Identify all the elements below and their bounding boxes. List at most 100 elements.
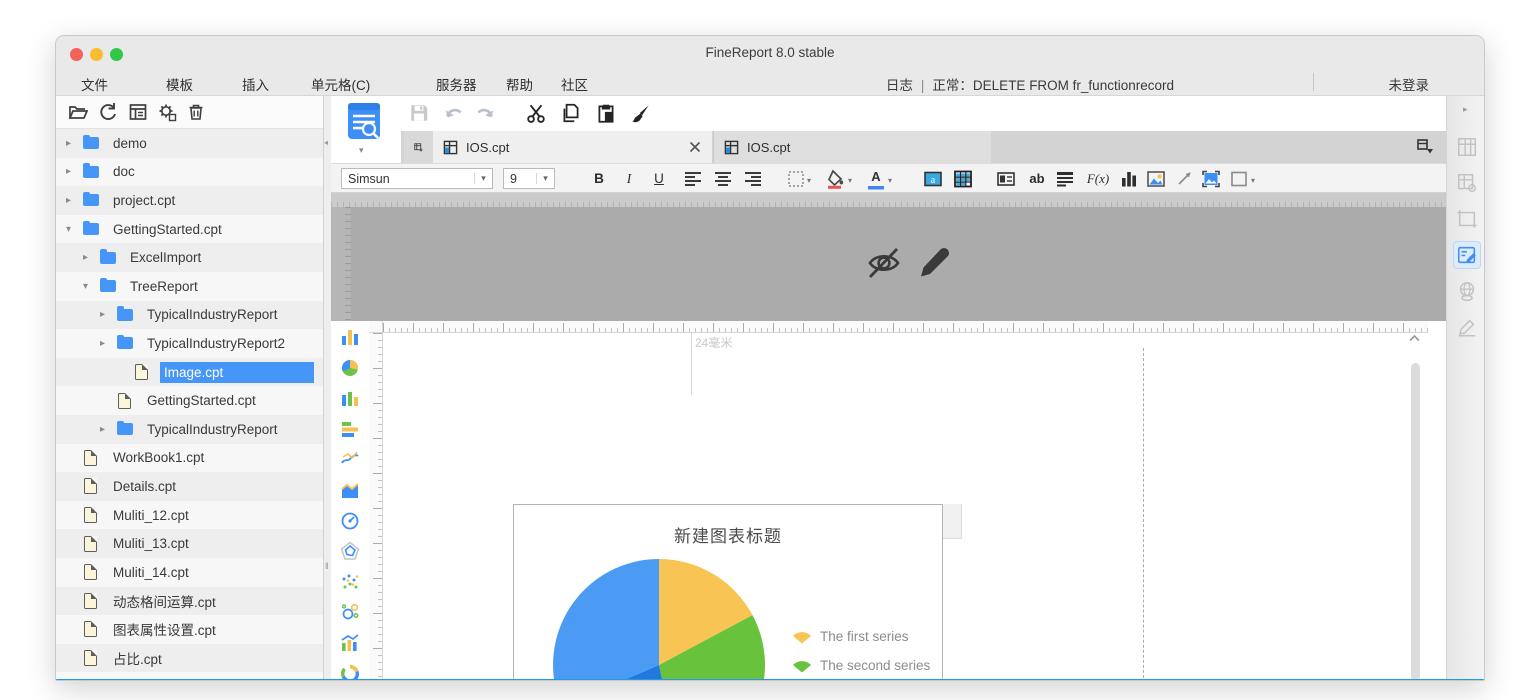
open-folder-icon[interactable] xyxy=(68,102,88,122)
redo-icon[interactable] xyxy=(474,102,496,124)
scroll-up-icon[interactable] xyxy=(1408,334,1420,344)
sidebar-collapse-icon[interactable]: ◂ xyxy=(324,138,328,147)
rich-text-icon[interactable] xyxy=(1055,169,1075,189)
chart-block[interactable]: 新建图表标题 The first series The second serie… xyxy=(513,504,943,681)
tree-item[interactable]: ▸ExcelImport xyxy=(56,243,323,272)
refresh-icon[interactable] xyxy=(98,102,118,122)
tree-item[interactable]: Muliti_12.cpt xyxy=(56,501,323,530)
tree-item[interactable]: Details.cpt xyxy=(56,472,323,501)
widget-icon[interactable] xyxy=(996,169,1016,189)
menu-insert[interactable]: 插入 xyxy=(242,74,269,94)
pie-chart-icon[interactable] xyxy=(340,358,360,378)
legend-item[interactable]: The second series xyxy=(791,651,930,680)
template-version-icon[interactable] xyxy=(157,102,177,122)
tree-item[interactable]: ▸project.cpt xyxy=(56,186,323,215)
undo-icon[interactable] xyxy=(443,102,465,124)
tree-expander-icon[interactable]: ▸ xyxy=(100,338,117,349)
preview-template-icon[interactable] xyxy=(345,101,383,143)
line-chart-icon[interactable] xyxy=(340,449,360,469)
table-grid-icon[interactable] xyxy=(953,169,973,189)
align-right-icon[interactable] xyxy=(743,169,763,189)
tab-list-icon[interactable] xyxy=(1416,138,1434,156)
tree-item[interactable]: 动态格间运算.cpt xyxy=(56,587,323,616)
font-color-icon[interactable]: A xyxy=(866,169,886,189)
menu-help[interactable]: 帮助 xyxy=(506,74,533,94)
tree-item[interactable]: ▸doc xyxy=(56,158,323,187)
tree-item[interactable]: ▸TypicalIndustryReport xyxy=(56,301,323,330)
legend-item[interactable]: The first series xyxy=(791,622,930,651)
new-template-button[interactable] xyxy=(404,131,433,163)
line-tool-icon[interactable] xyxy=(1174,169,1194,189)
tree-item[interactable]: Muliti_14.cpt xyxy=(56,558,323,587)
float-image-icon[interactable] xyxy=(1201,169,1221,189)
tree-expander-icon[interactable]: ▸ xyxy=(83,252,100,263)
italic-button[interactable]: I xyxy=(617,167,641,190)
paste-icon[interactable] xyxy=(595,102,617,124)
hide-chart-icon[interactable] xyxy=(864,243,904,283)
menu-community[interactable]: 社区 xyxy=(561,74,588,94)
cell-attribute-panel-icon[interactable] xyxy=(1454,170,1480,196)
menu-file[interactable]: 文件 xyxy=(81,74,108,94)
pie-slice[interactable] xyxy=(553,559,659,681)
copy-icon[interactable] xyxy=(560,102,582,124)
column-chart-icon[interactable] xyxy=(340,327,360,347)
shape-rect-icon[interactable] xyxy=(1229,169,1249,189)
image-insert-icon[interactable] xyxy=(1146,169,1166,189)
tree-expander-icon[interactable]: ▸ xyxy=(66,138,83,149)
font-size-select[interactable]: 9▾ xyxy=(503,168,555,189)
cell-element-panel-icon[interactable] xyxy=(1454,134,1480,160)
format-painter-icon[interactable] xyxy=(630,102,652,124)
bold-button[interactable]: B xyxy=(587,167,611,190)
sidebar-resize-grip[interactable]: ‖ xyxy=(325,561,329,571)
float-element-panel-icon[interactable] xyxy=(1454,206,1480,232)
menu-server[interactable]: 服务器 xyxy=(436,74,477,94)
chart-insert-icon[interactable] xyxy=(1119,169,1139,189)
panel-expand-icon[interactable]: ▸ xyxy=(1463,104,1468,115)
tree-expander-icon[interactable]: ▸ xyxy=(66,166,83,177)
border-dropdown-caret[interactable]: ▾ xyxy=(807,176,811,185)
tree-item[interactable]: GettingStarted.cpt xyxy=(56,386,323,415)
align-center-icon[interactable] xyxy=(713,169,733,189)
scatter-chart-icon[interactable] xyxy=(340,572,360,592)
cut-icon[interactable] xyxy=(525,102,547,124)
tree-expander-icon[interactable]: ▸ xyxy=(100,309,117,320)
menu-cell[interactable]: 单元格(C) xyxy=(311,74,370,94)
gauge-chart-icon[interactable] xyxy=(340,511,360,531)
tree-item[interactable]: ▾GettingStarted.cpt xyxy=(56,215,323,244)
tree-item[interactable]: WorkBook1.cpt xyxy=(56,444,323,473)
pie-chart[interactable] xyxy=(552,558,766,681)
combo-chart-icon[interactable] xyxy=(340,633,360,653)
align-left-icon[interactable] xyxy=(683,169,703,189)
legend-item[interactable]: The third series xyxy=(791,680,930,681)
tree-expander-icon[interactable]: ▸ xyxy=(66,195,83,206)
tree-item[interactable]: Image.cpt xyxy=(56,358,323,387)
border-icon[interactable] xyxy=(786,169,806,189)
fill-color-icon[interactable] xyxy=(826,169,846,189)
tree-item[interactable]: 图表属性设置.cpt xyxy=(56,615,323,644)
preview-dropdown-caret[interactable]: ▾ xyxy=(359,145,364,156)
shape-dropdown-caret[interactable]: ▾ xyxy=(1251,176,1255,185)
report-view-icon[interactable] xyxy=(128,102,148,122)
save-icon[interactable] xyxy=(408,102,430,124)
tree-expander-icon[interactable]: ▾ xyxy=(66,224,83,235)
merge-cell-icon[interactable]: a xyxy=(923,169,943,189)
tree-item[interactable]: ▸demo xyxy=(56,129,323,158)
bubble-chart-icon[interactable] xyxy=(340,602,360,622)
tree-item[interactable]: ▸TypicalIndustryReport2 xyxy=(56,329,323,358)
tree-expander-icon[interactable]: ▾ xyxy=(83,281,100,292)
radar-chart-icon[interactable] xyxy=(340,541,360,561)
tree-item[interactable]: 构件树_分层构建.cpt xyxy=(56,672,323,679)
tree-item[interactable]: Muliti_13.cpt xyxy=(56,529,323,558)
font-family-select[interactable]: Simsun▾ xyxy=(341,168,493,189)
adjacent-cell[interactable] xyxy=(943,504,962,539)
formula-icon[interactable]: F(x) xyxy=(1081,167,1115,190)
menu-template[interactable]: 模板 xyxy=(166,74,193,94)
close-tab-icon[interactable] xyxy=(688,140,702,154)
area-chart-icon[interactable] xyxy=(340,480,360,500)
bar-chart-icon[interactable] xyxy=(340,419,360,439)
fill-color-dropdown-caret[interactable]: ▾ xyxy=(848,176,852,185)
tree-item[interactable]: 占比.cpt xyxy=(56,644,323,673)
font-color-dropdown-caret[interactable]: ▾ xyxy=(888,176,892,185)
tree-expander-icon[interactable]: ▸ xyxy=(100,424,117,435)
tree-item[interactable]: ▸TypicalIndustryReport xyxy=(56,415,323,444)
